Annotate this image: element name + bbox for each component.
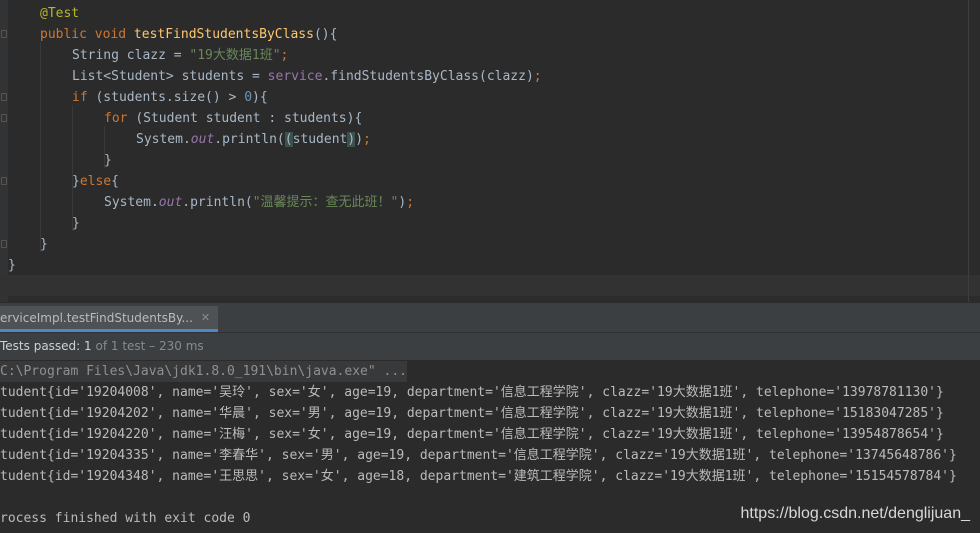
code-token: for bbox=[104, 111, 136, 126]
code-line: } bbox=[8, 213, 80, 234]
code-token: student bbox=[292, 132, 348, 147]
code-token: ; bbox=[363, 132, 371, 147]
editor-gutter bbox=[0, 0, 8, 302]
code-token: String clazz = bbox=[72, 48, 190, 63]
code-token: public void bbox=[40, 27, 134, 42]
code-token: System. bbox=[104, 195, 159, 210]
tests-passed-label: Tests passed: 1 bbox=[0, 339, 92, 353]
code-token: } bbox=[8, 258, 16, 273]
code-token: } bbox=[40, 237, 48, 252]
code-line: } bbox=[8, 150, 112, 171]
watermark-url: https://blog.csdn.net/denglijuan_ bbox=[740, 505, 971, 522]
code-line: System.out.println((student)); bbox=[8, 129, 371, 150]
code-token: ; bbox=[533, 69, 542, 84]
code-token: service bbox=[267, 69, 323, 84]
fold-marker-icon[interactable] bbox=[1, 93, 7, 101]
close-icon[interactable]: ✕ bbox=[201, 311, 210, 324]
code-line: for (Student student : students){ bbox=[8, 108, 362, 129]
fold-marker-icon[interactable] bbox=[1, 30, 7, 38]
code-line: System.out.println("温馨提示：查无此班！"); bbox=[8, 192, 414, 213]
code-token: ) bbox=[347, 132, 356, 147]
code-token: System. bbox=[136, 132, 191, 147]
code-line: if (students.size() > 0){ bbox=[8, 87, 268, 108]
code-token: (){ bbox=[313, 27, 338, 42]
code-token: List<Student> students = bbox=[72, 69, 268, 84]
code-line: } bbox=[8, 255, 16, 276]
code-line: }else{ bbox=[8, 171, 119, 192]
code-token: (students.size() > bbox=[95, 90, 245, 105]
code-token: ; bbox=[406, 195, 415, 210]
code-token: (Student student : students){ bbox=[135, 111, 363, 126]
test-status-bar: Tests passed: 1 of 1 test – 230 ms bbox=[0, 333, 980, 361]
console-line: tudent{id='19204008', name='吴玲', sex='女'… bbox=[0, 385, 944, 400]
code-token: out bbox=[158, 195, 183, 210]
test-count-label: of 1 test – 230 ms bbox=[91, 339, 204, 353]
run-tab-bar: erviceImpl.testFindStudentsBy... ✕ bbox=[0, 306, 980, 333]
code-token: .println( bbox=[182, 195, 253, 210]
code-token: 0 bbox=[244, 90, 253, 105]
code-token: testFindStudentsByClass bbox=[133, 27, 314, 42]
fold-marker-icon[interactable] bbox=[1, 240, 7, 248]
code-token: @Test bbox=[40, 6, 80, 21]
console-line: tudent{id='19204202', name='华晨', sex='男'… bbox=[0, 406, 944, 421]
code-token: .println( bbox=[214, 132, 285, 147]
code-line: List<Student> students = service.findStu… bbox=[8, 66, 542, 87]
run-tab-label: erviceImpl.testFindStudentsBy... bbox=[0, 310, 193, 325]
code-token: .findStudentsByClass(clazz) bbox=[322, 69, 534, 84]
fold-marker-icon[interactable] bbox=[1, 114, 7, 122]
code-token: ( bbox=[284, 132, 293, 147]
console-line: tudent{id='19204348', name='王思思', sex='女… bbox=[0, 469, 957, 484]
code-token: } bbox=[72, 216, 80, 231]
code-token: out bbox=[190, 132, 215, 147]
code-token: { bbox=[111, 174, 119, 189]
code-editor[interactable]: @Test public void testFindStudentsByClas… bbox=[0, 0, 980, 302]
console-command-line: C:\Program Files\Java\jdk1.8.0_191\bin\j… bbox=[0, 361, 407, 382]
code-token: ) bbox=[355, 132, 364, 147]
code-token: if bbox=[72, 90, 96, 105]
code-token: } bbox=[104, 153, 112, 168]
code-token: else bbox=[79, 174, 112, 189]
code-line: String clazz = "19大数据1班"; bbox=[8, 45, 288, 66]
code-line: } bbox=[8, 234, 48, 255]
code-line: public void testFindStudentsByClass(){ bbox=[8, 24, 337, 45]
current-line-highlight bbox=[0, 275, 980, 296]
code-token: } bbox=[72, 174, 80, 189]
console-line: tudent{id='19204335', name='李春华', sex='男… bbox=[0, 448, 957, 463]
fold-marker-icon[interactable] bbox=[1, 177, 7, 185]
code-token: ; bbox=[280, 48, 289, 63]
run-tab[interactable]: erviceImpl.testFindStudentsBy... ✕ bbox=[0, 306, 219, 332]
code-line: @Test bbox=[8, 3, 79, 24]
code-token: ){ bbox=[252, 90, 268, 105]
console-exit-line: rocess finished with exit code 0 bbox=[0, 511, 251, 526]
code-token: "19大数据1班" bbox=[189, 48, 281, 63]
console-line: tudent{id='19204220', name='汪梅', sex='女'… bbox=[0, 427, 944, 442]
code-token: "温馨提示：查无此班！" bbox=[252, 195, 399, 210]
editor-edge bbox=[968, 0, 969, 302]
